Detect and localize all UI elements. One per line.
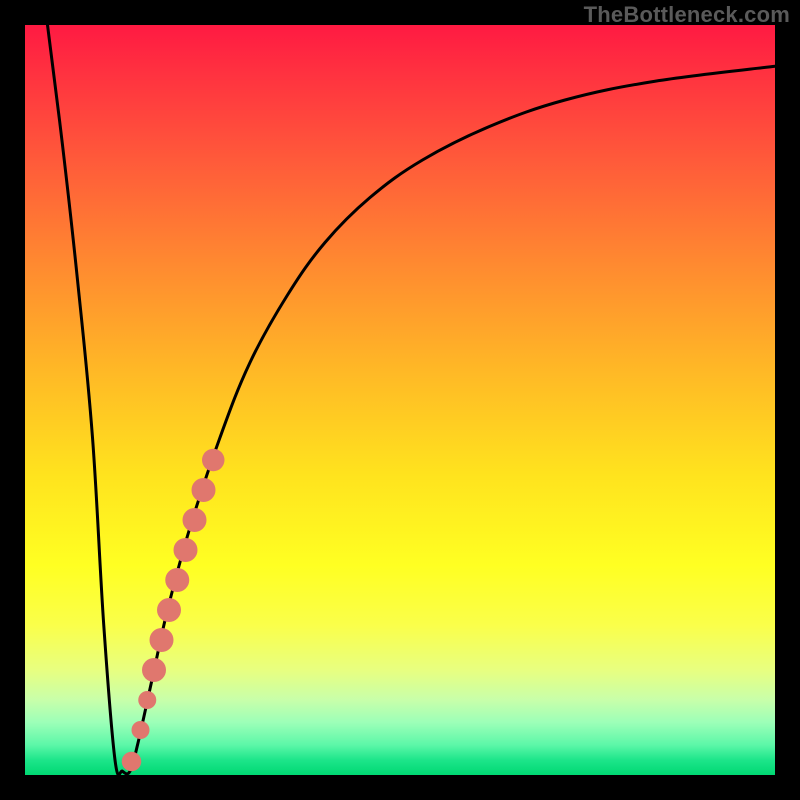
cluster-point <box>192 478 216 502</box>
cluster-point <box>202 449 225 472</box>
cluster-point <box>150 628 174 652</box>
cluster-markers <box>122 449 225 772</box>
cluster-point <box>122 752 142 772</box>
cluster-point <box>142 658 166 682</box>
cluster-point <box>132 721 150 739</box>
cluster-point <box>157 598 181 622</box>
watermark-text: TheBottleneck.com <box>584 2 790 28</box>
chart-svg <box>25 25 775 775</box>
cluster-point <box>138 691 156 709</box>
cluster-point <box>165 568 189 592</box>
cluster-point <box>183 508 207 532</box>
chart-frame: TheBottleneck.com <box>0 0 800 800</box>
cluster-point <box>174 538 198 562</box>
plot-area <box>25 25 775 775</box>
